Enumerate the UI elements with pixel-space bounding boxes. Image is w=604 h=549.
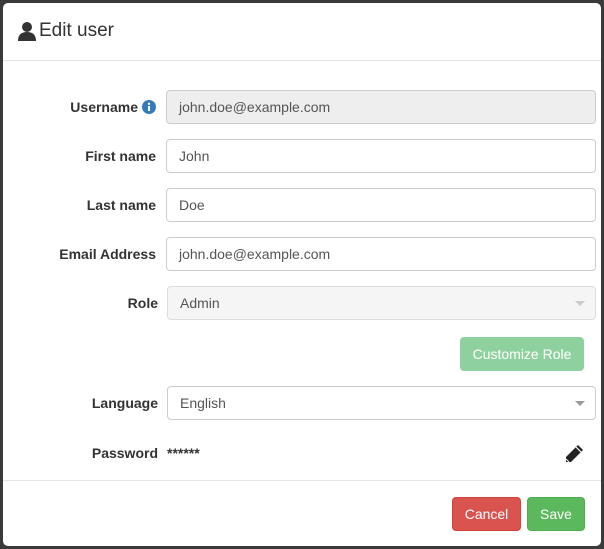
email-label: Email Address — [59, 246, 156, 262]
username-input[interactable]: john.doe@example.com — [166, 90, 596, 124]
modal-header: Edit user — [3, 3, 601, 61]
role-select[interactable]: Admin — [167, 286, 596, 320]
password-label: Password — [91, 445, 158, 461]
role-value: Admin — [180, 295, 220, 311]
last-name-label: Last name — [86, 197, 156, 213]
last-name-input[interactable]: Doe — [166, 188, 596, 222]
modal-title: Edit user — [17, 20, 114, 42]
modal-title-text: Edit user — [39, 20, 114, 41]
last-name-row: Last name Doe — [3, 188, 601, 222]
first-name-row: First name John — [3, 139, 601, 173]
password-row: Password ****** — [3, 436, 601, 470]
modal-footer: Cancel Save — [3, 480, 601, 546]
username-label-wrap: Username — [70, 90, 156, 124]
language-label: Language — [91, 395, 158, 411]
save-button[interactable]: Save — [527, 497, 585, 531]
chevron-down-icon — [575, 301, 585, 306]
email-input[interactable]: john.doe@example.com — [166, 237, 596, 271]
edit-user-modal: Edit user Username john.doe@example.com … — [3, 3, 601, 546]
language-value: English — [180, 395, 226, 411]
username-label: Username — [70, 99, 138, 115]
info-circle-icon[interactable] — [142, 100, 156, 114]
chevron-down-icon — [575, 401, 585, 406]
user-icon — [18, 22, 36, 41]
customize-role-button[interactable]: Customize Role — [460, 337, 584, 371]
password-value: ****** — [167, 445, 200, 461]
language-row: Language English — [3, 386, 601, 420]
cancel-button[interactable]: Cancel — [452, 497, 521, 531]
pencil-icon[interactable] — [563, 443, 585, 465]
role-label: Role — [127, 295, 158, 311]
first-name-input[interactable]: John — [166, 139, 596, 173]
language-select[interactable]: English — [167, 386, 596, 420]
username-row: Username john.doe@example.com — [3, 90, 601, 124]
first-name-label: First name — [85, 148, 156, 164]
email-row: Email Address john.doe@example.com — [3, 237, 601, 271]
role-row: Role Admin — [3, 286, 601, 320]
